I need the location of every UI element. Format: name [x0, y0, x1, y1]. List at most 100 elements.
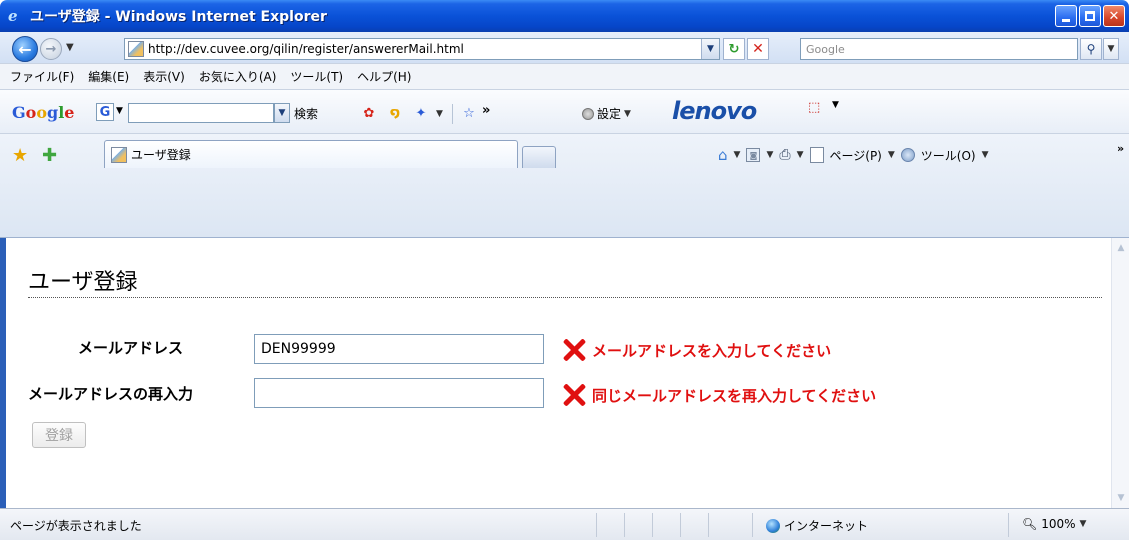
settings-radio-icon — [582, 107, 594, 120]
menu-tools[interactable]: ツール(T) — [290, 68, 343, 85]
page-menu[interactable]: ページ(P) — [830, 147, 882, 164]
search-options-dropdown[interactable]: ▼ — [1103, 38, 1119, 60]
search-placeholder: Google — [806, 42, 845, 56]
google-search-input[interactable] — [128, 103, 274, 123]
error-x-icon — [560, 383, 588, 407]
toolbar-more[interactable]: » — [482, 103, 490, 118]
maximize-button[interactable] — [1079, 5, 1101, 27]
status-text: ページが表示されました — [10, 519, 142, 533]
stop-button[interactable]: ✕ — [747, 38, 769, 60]
google-toolbar: Google G ▼ ▼ 検索 ✿ ໑ ✦ ▼ ☆ » 設定 ▼ lenovo … — [0, 90, 1129, 134]
new-tab-button[interactable] — [522, 146, 556, 168]
email-error-text: メールアドレスを入力してください — [592, 341, 832, 360]
address-input[interactable]: http://dev.cuvee.org/qilin/register/answ… — [124, 38, 720, 60]
search-input[interactable]: Google — [800, 38, 1078, 60]
add-favorite-icon[interactable]: ✚ — [42, 145, 57, 166]
tab-user-registration[interactable]: ユーザ登録 — [104, 140, 518, 168]
menu-bar: ファイル(F) 編集(E) 表示(V) お気に入り(A) ツール(T) ヘルプ(… — [0, 64, 1129, 90]
window-controls: ✕ — [1055, 5, 1125, 27]
star-icon[interactable]: ☆ — [460, 104, 478, 122]
print-icon[interactable]: ⎙ — [779, 147, 790, 163]
search-icon: ⚲ — [1086, 42, 1096, 56]
reenter-error-text: 同じメールアドレスを再入力してください — [592, 386, 877, 405]
settings-button[interactable]: 設定 ▼ — [582, 105, 631, 122]
rss-icon[interactable]: ◙ — [746, 148, 761, 162]
address-dropdown[interactable]: ▼ — [701, 39, 719, 59]
email-field[interactable]: DEN99999 — [254, 334, 544, 364]
zoom-level: 100% — [1041, 517, 1076, 531]
bookmark-icon[interactable]: ✿ — [360, 104, 378, 122]
home-dropdown[interactable]: ▼ — [734, 150, 741, 160]
page-icon — [128, 41, 144, 57]
ie-logo-icon: e — [8, 7, 18, 25]
tools-menu-dropdown[interactable]: ▼ — [982, 150, 989, 160]
back-button[interactable]: ← — [12, 36, 38, 62]
globe-icon — [766, 518, 780, 533]
menu-view[interactable]: 表示(V) — [143, 68, 185, 85]
command-more[interactable]: » — [1117, 142, 1124, 155]
tools-menu[interactable]: ツール(O) — [921, 147, 976, 164]
page-title: ユーザ登録 — [28, 270, 138, 295]
vertical-scrollbar[interactable]: ▲ ▼ — [1111, 238, 1129, 508]
security-zone[interactable]: インターネット — [766, 517, 868, 534]
zoom-icon: 🔍︎ — [1022, 517, 1038, 531]
menu-help[interactable]: ヘルプ(H) — [357, 68, 411, 85]
tab-bar: ★ ✚ ユーザ登録 ⌂ ▼ ◙ ▼ ⎙ ▼ ページ(P) ▼ ツール(O) ▼ … — [0, 134, 1129, 238]
error-x-icon — [560, 338, 588, 362]
minimize-icon — [1062, 18, 1070, 22]
tab-label: ユーザ登録 — [131, 148, 191, 162]
pdf-dropdown[interactable]: ▼ — [832, 100, 839, 110]
google-search-button[interactable]: 検索 — [294, 105, 318, 122]
command-bar: ⌂ ▼ ◙ ▼ ⎙ ▼ ページ(P) ▼ ツール(O) ▼ — [718, 146, 989, 164]
toolbar-separator — [452, 104, 453, 124]
favorites-star-icon[interactable]: ★ — [12, 145, 28, 166]
forward-button[interactable]: → — [40, 38, 62, 60]
zoom-dropdown: ▼ — [1079, 519, 1087, 529]
chevron-down-icon: ▼ — [624, 108, 631, 119]
menu-file[interactable]: ファイル(F) — [10, 68, 74, 85]
title-divider — [28, 297, 1102, 298]
google-logo: Google — [12, 103, 75, 122]
scroll-up-icon[interactable]: ▲ — [1113, 240, 1129, 256]
print-dropdown[interactable]: ▼ — [797, 150, 804, 160]
refresh-button[interactable]: ↻ — [723, 38, 745, 60]
email-error: メールアドレスを入力してください — [560, 338, 831, 362]
zoom-control[interactable]: 🔍︎ 100% ▼ — [1022, 517, 1086, 531]
reenter-email-error: 同じメールアドレスを再入力してください — [560, 383, 876, 407]
close-button[interactable]: ✕ — [1103, 5, 1125, 27]
tools-dropdown[interactable]: ▼ — [436, 109, 443, 119]
google-g-icon[interactable]: G — [96, 103, 114, 121]
page-content: ユーザ登録 メールアドレス DEN99999 メールアドレスを入力してください … — [0, 238, 1129, 508]
pdf-icon[interactable]: ⬚ — [808, 100, 828, 120]
menu-edit[interactable]: 編集(E) — [88, 68, 129, 85]
menu-favorites[interactable]: お気に入り(A) — [199, 68, 277, 85]
page-dropdown[interactable]: ▼ — [888, 150, 895, 160]
rss-dropdown[interactable]: ▼ — [766, 150, 773, 160]
gear-icon — [900, 148, 915, 162]
scroll-down-icon[interactable]: ▼ — [1113, 490, 1129, 506]
zone-label: インターネット — [784, 519, 869, 533]
page-menu-icon — [809, 147, 824, 163]
home-icon[interactable]: ⌂ — [718, 146, 728, 164]
search-button[interactable]: ⚲ — [1080, 38, 1102, 60]
stop-icon: ✕ — [752, 41, 764, 57]
settings-label: 設定 — [597, 107, 622, 121]
status-bar: ページが表示されました インターネット 🔍︎ 100% ▼ — [0, 508, 1129, 540]
google-g-dropdown[interactable]: ▼ — [116, 106, 123, 116]
address-bar: ← → ▼ http://dev.cuvee.org/qilin/registe… — [0, 32, 1129, 64]
refresh-icon: ↻ — [728, 41, 740, 57]
minimize-button[interactable] — [1055, 5, 1077, 27]
translate-icon[interactable]: ✦ — [412, 104, 430, 122]
arrow-right-icon: → — [45, 41, 57, 57]
reenter-email-field[interactable] — [254, 378, 544, 408]
register-button[interactable]: 登録 — [32, 422, 86, 448]
google-search-dropdown[interactable]: ▼ — [274, 103, 290, 123]
reenter-email-label: メールアドレスの再入力 — [28, 385, 194, 403]
lenovo-logo[interactable]: lenovo — [672, 97, 757, 125]
history-dropdown[interactable]: ▼ — [66, 42, 74, 53]
spell-icon[interactable]: ໑ — [386, 104, 404, 122]
address-url: http://dev.cuvee.org/qilin/register/answ… — [148, 42, 464, 56]
email-label: メールアドレス — [78, 339, 184, 357]
arrow-left-icon: ← — [18, 39, 32, 59]
maximize-icon — [1085, 11, 1095, 21]
